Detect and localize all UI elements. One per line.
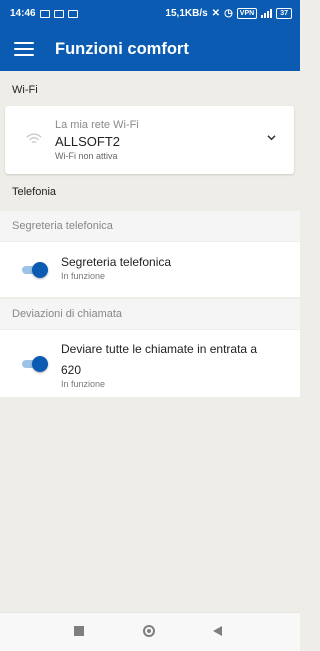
call-forwarding-title-line1: Deviare tutte le chiamate in entrata a	[61, 342, 258, 356]
call-forwarding-group-header: Deviazioni di chiamata	[0, 299, 300, 330]
voicemail-title: Segreteria telefonica	[61, 255, 172, 269]
call-forwarding-title-line2: 620	[61, 363, 82, 377]
voicemail-group-header: Segreteria telefonica	[0, 211, 300, 242]
alarm-icon: ◷	[224, 8, 233, 19]
signal-icon	[261, 9, 273, 18]
hamburger-menu-icon[interactable]	[14, 42, 34, 56]
call-forwarding-row: Deviare tutte le chiamate in entrata a 6…	[0, 330, 300, 398]
vpn-badge: VPN	[236, 8, 258, 19]
status-bar: 14:46 15,1KB/s ✕ ◷ VPN 37	[0, 0, 300, 27]
section-title-wifi: Wi-Fi	[12, 84, 38, 96]
laptop-icon	[39, 9, 50, 18]
chevron-down-icon[interactable]	[267, 133, 276, 142]
system-nav-bar	[0, 612, 300, 651]
page-title: Funzioni comfort	[55, 39, 189, 58]
status-time: 14:46	[10, 8, 36, 19]
network-speed: 15,1KB/s	[165, 8, 208, 19]
mail-icon	[53, 9, 64, 18]
home-icon[interactable]	[143, 625, 155, 637]
call-forwarding-status: In funzione	[61, 379, 106, 389]
mute-icon: ✕	[211, 8, 221, 19]
recent-apps-icon[interactable]	[74, 626, 84, 636]
voicemail-group: Segreteria telefonica Segreteria telefon…	[0, 211, 300, 297]
call-forwarding-toggle[interactable]	[22, 356, 48, 372]
voicemail-row: Segreteria telefonica In funzione	[0, 242, 300, 298]
wifi-status: Wi-Fi non attiva	[55, 151, 118, 161]
notification-icon	[67, 9, 78, 18]
call-forwarding-group: Deviazioni di chiamata Deviare tutte le …	[0, 299, 300, 397]
app-bar: Funzioni comfort	[0, 27, 300, 71]
back-icon[interactable]	[213, 626, 222, 636]
wifi-network-name: ALLSOFT2	[55, 134, 121, 149]
wifi-network-card[interactable]: La mia rete Wi-Fi ALLSOFT2 Wi-Fi non att…	[5, 106, 294, 174]
section-title-telefonia: Telefonia	[12, 186, 57, 198]
voicemail-status: In funzione	[61, 271, 106, 281]
voicemail-toggle[interactable]	[22, 262, 48, 278]
battery-icon: 37	[276, 8, 292, 19]
wifi-label: La mia rete Wi-Fi	[55, 119, 139, 131]
wifi-icon	[26, 133, 42, 144]
